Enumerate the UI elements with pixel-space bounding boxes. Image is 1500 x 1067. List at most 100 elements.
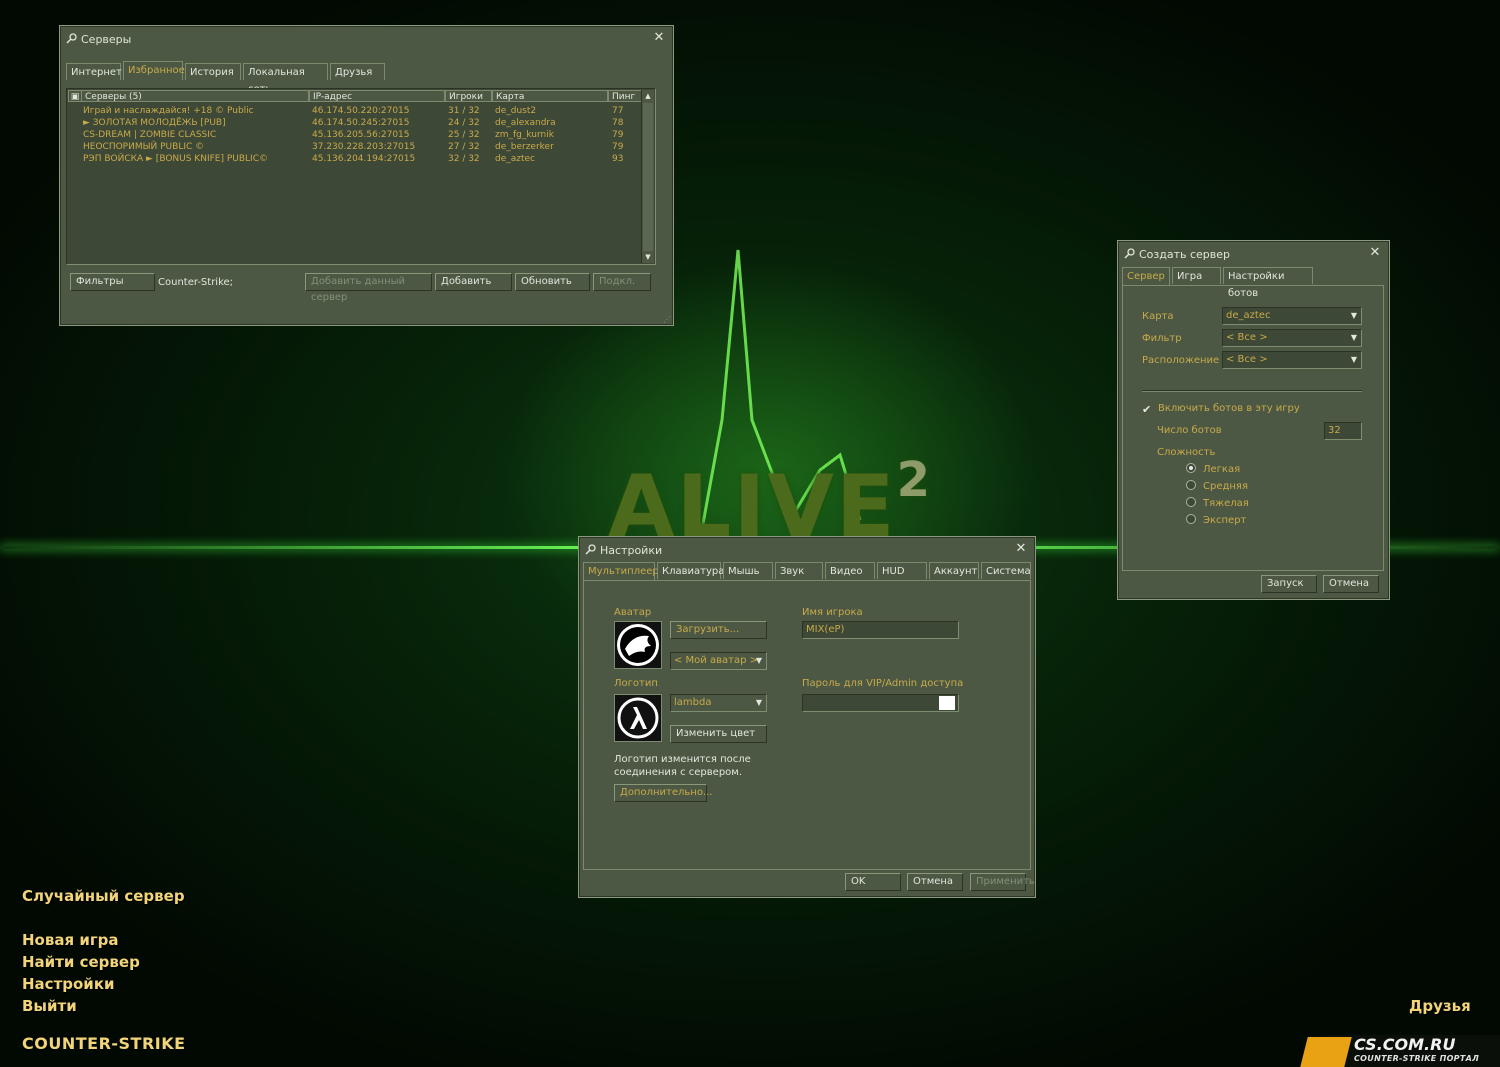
- logo-label: Логотип: [614, 678, 658, 689]
- chevron-down-icon: ▼: [1350, 355, 1357, 364]
- server-list-scrollbar[interactable]: ▲ ▼: [641, 90, 654, 263]
- server-list[interactable]: ▣ Серверы (5) IP-адрес Игроки Карта Пинг…: [66, 88, 656, 265]
- lock-column-icon[interactable]: ▣: [68, 90, 82, 102]
- settings-window[interactable]: Настройки ✕ Мультиплеер Клавиатура Мышь …: [578, 536, 1036, 898]
- close-icon[interactable]: ✕: [1369, 246, 1381, 259]
- close-icon[interactable]: ✕: [1015, 542, 1027, 555]
- logo-preview: [614, 694, 662, 742]
- location-select[interactable]: < Все > ▼: [1222, 351, 1362, 369]
- map-label: Карта: [1142, 311, 1174, 322]
- tab-internet[interactable]: Интернет: [66, 63, 122, 80]
- counter-strike-logo: COUNTER-STRIKE: [22, 1034, 186, 1053]
- tab-friends[interactable]: Друзья: [330, 63, 385, 80]
- avatar: [614, 621, 662, 669]
- difficulty-label: Сложность: [1157, 447, 1216, 458]
- avatar-image: [617, 624, 659, 666]
- tab-hud[interactable]: HUD: [877, 562, 927, 579]
- difficulty-radio-medium[interactable]: [1186, 480, 1196, 490]
- create-server-window-title[interactable]: Создать сервер: [1124, 247, 1230, 263]
- change-color-button[interactable]: Изменить цвет: [670, 725, 767, 743]
- vip-password-label: Пароль для VIP/Admin доступа: [802, 678, 964, 689]
- tab-sound[interactable]: Звук: [775, 562, 823, 579]
- create-server-window[interactable]: Создать сервер ✕ Сервер Игра Настройки б…: [1117, 240, 1390, 600]
- cancel-button[interactable]: Отмена: [907, 873, 963, 891]
- refresh-button[interactable]: Обновить: [515, 273, 590, 291]
- player-name-input[interactable]: MIX(eP): [802, 621, 959, 639]
- tab-history[interactable]: История: [185, 63, 241, 80]
- tab-bot-settings[interactable]: Настройки ботов: [1223, 267, 1313, 299]
- settings-window-title[interactable]: Настройки: [585, 543, 662, 559]
- portal-site: CS.COM.RU: [1354, 1035, 1456, 1054]
- steam-icon: [66, 33, 77, 44]
- steam-icon: [1124, 248, 1135, 259]
- text-cursor-box: [939, 696, 955, 710]
- servers-window-title[interactable]: Серверы: [66, 32, 131, 48]
- soldier-icon: [1300, 1037, 1352, 1067]
- location-label: Расположение: [1142, 355, 1220, 366]
- filters-button[interactable]: Фильтры: [70, 273, 155, 291]
- menu-settings[interactable]: Настройки: [22, 975, 115, 993]
- column-header-map[interactable]: Карта: [492, 90, 608, 102]
- enable-bots-checkbox[interactable]: ✔: [1142, 404, 1152, 415]
- menu-quit[interactable]: Выйти: [22, 997, 77, 1015]
- scroll-up-icon[interactable]: ▲: [642, 90, 654, 102]
- tab-game[interactable]: Игра: [1172, 267, 1221, 284]
- chevron-down-icon: ▼: [1350, 333, 1357, 342]
- player-name-label: Имя игрока: [802, 607, 863, 618]
- difficulty-radio-expert[interactable]: [1186, 514, 1196, 524]
- vip-password-input[interactable]: [802, 694, 959, 712]
- steam-icon: [585, 544, 596, 555]
- bot-count-input[interactable]: 32: [1324, 422, 1362, 440]
- menu-random-server[interactable]: Случайный сервер: [22, 887, 185, 905]
- map-select[interactable]: de_aztec ▼: [1222, 307, 1362, 325]
- menu-new-game[interactable]: Новая игра: [22, 931, 119, 949]
- load-avatar-button[interactable]: Загрузить...: [670, 621, 767, 639]
- enable-bots-label: Включить ботов в эту игру: [1158, 403, 1300, 414]
- tab-video[interactable]: Видео: [825, 562, 875, 579]
- column-header-players[interactable]: Игроки: [445, 90, 492, 102]
- tab-server[interactable]: Сервер: [1122, 267, 1170, 286]
- tab-system[interactable]: Система: [981, 562, 1031, 579]
- portal-logo: CS.COM.RU COUNTER-STRIKE ПОРТАЛ: [1300, 1035, 1500, 1067]
- difficulty-label-hard: Тяжелая: [1203, 498, 1249, 509]
- logo-note: Логотип изменится после соединения с сер…: [614, 754, 751, 778]
- tab-lan[interactable]: Локальная сеть: [243, 63, 328, 95]
- tab-keyboard[interactable]: Клавиатура: [657, 562, 724, 579]
- filter-select[interactable]: < Все > ▼: [1222, 329, 1362, 347]
- close-icon[interactable]: ✕: [653, 31, 665, 44]
- bot-count-label: Число ботов: [1157, 425, 1222, 436]
- portal-subtitle: COUNTER-STRIKE ПОРТАЛ: [1354, 1054, 1480, 1063]
- difficulty-label-medium: Средняя: [1203, 481, 1248, 492]
- avatar-select[interactable]: < Мой аватар > ▼: [670, 652, 767, 670]
- menu-find-server[interactable]: Найти сервер: [22, 953, 140, 971]
- filter-label: Фильтр: [1142, 333, 1182, 344]
- divider: [1142, 390, 1362, 392]
- connect-button[interactable]: Подкл.: [593, 273, 651, 291]
- tab-multiplayer[interactable]: Мультиплеер: [583, 562, 659, 581]
- cancel-button[interactable]: Отмена: [1323, 575, 1379, 593]
- menu-friends[interactable]: Друзья: [1409, 997, 1471, 1015]
- scroll-down-icon[interactable]: ▼: [642, 251, 654, 263]
- add-server-button[interactable]: Добавить: [435, 273, 512, 291]
- lambda-icon: [617, 697, 659, 739]
- difficulty-radio-hard[interactable]: [1186, 497, 1196, 507]
- tab-account[interactable]: Аккаунт: [929, 562, 979, 579]
- column-header-ip[interactable]: IP-адрес: [309, 90, 445, 102]
- start-button[interactable]: Запуск: [1261, 575, 1317, 593]
- ok-button[interactable]: OK: [845, 873, 901, 891]
- column-header-name[interactable]: Серверы (5): [81, 90, 309, 102]
- servers-window[interactable]: Серверы ✕ Интернет Избранное История Лок…: [59, 25, 674, 326]
- chevron-down-icon: ▼: [755, 698, 762, 707]
- tab-mouse[interactable]: Мышь: [723, 562, 773, 579]
- column-header-ping[interactable]: Пинг: [608, 90, 642, 102]
- difficulty-label-easy: Легкая: [1203, 464, 1241, 475]
- chevron-down-icon: ▼: [755, 656, 762, 665]
- scroll-thumb[interactable]: [643, 103, 653, 251]
- logo-select[interactable]: lambda ▼: [670, 694, 767, 712]
- resize-grip-icon[interactable]: ⋰: [663, 315, 671, 324]
- apply-button[interactable]: Применить: [970, 873, 1035, 891]
- add-current-server-button[interactable]: Добавить данный сервер: [305, 273, 432, 303]
- difficulty-radio-easy[interactable]: [1186, 463, 1196, 473]
- advanced-button[interactable]: Дополнительно...: [614, 784, 712, 802]
- tab-favorites[interactable]: Избранное: [123, 61, 185, 80]
